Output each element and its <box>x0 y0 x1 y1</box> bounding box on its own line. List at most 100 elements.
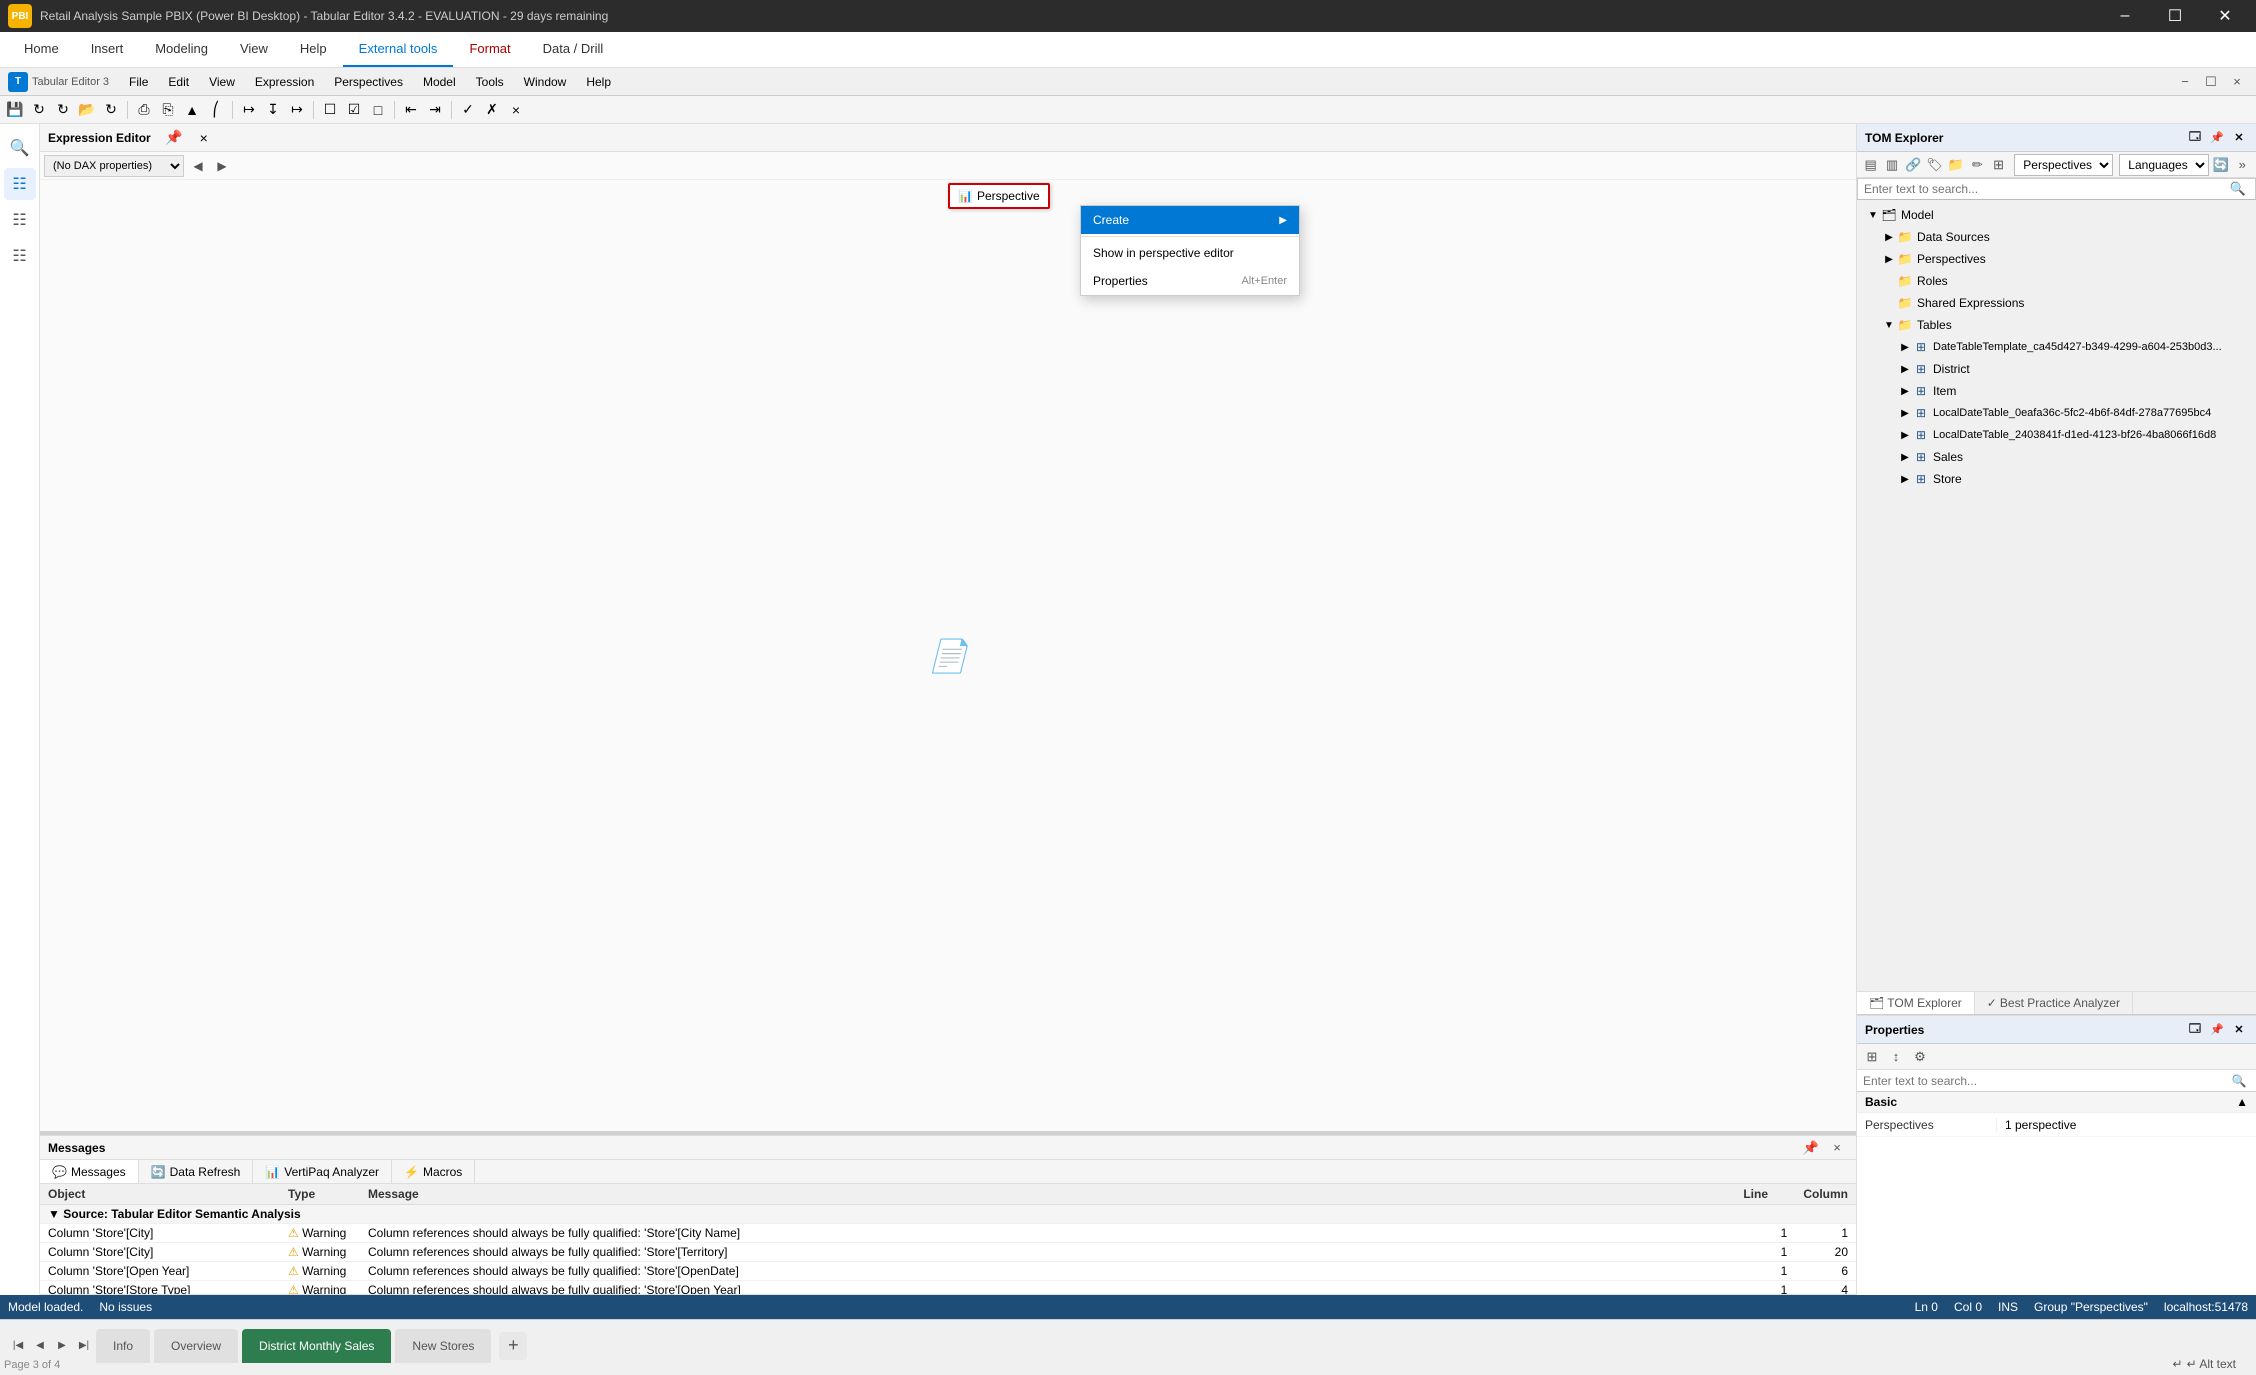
tree-item-tables[interactable]: ▼ 📁 Tables <box>1857 314 2256 336</box>
perspectives-dropdown[interactable]: Perspectives <box>2014 154 2113 176</box>
close-button[interactable]: ✕ <box>2202 0 2248 32</box>
toolbar-btn-7[interactable]: ⎘ <box>157 99 179 121</box>
menu-model[interactable]: Model <box>415 73 464 91</box>
context-menu-properties[interactable]: Properties Alt+Enter <box>1081 267 1299 295</box>
tree-toggle-roles[interactable] <box>1881 273 1897 289</box>
tab-overview[interactable]: Overview <box>154 1329 238 1363</box>
tom-btn-columns[interactable]: ⊞ <box>1989 154 2008 176</box>
toolbar-btn-6[interactable]: ⎙ <box>133 99 155 121</box>
page-nav-prev[interactable]: ◀ <box>30 1332 50 1360</box>
tom-explorer-close-btn[interactable]: ✕ <box>2230 129 2248 147</box>
toolbar-btn-14[interactable]: ☑ <box>343 99 365 121</box>
messages-header-btns[interactable]: 📌 × <box>1800 1137 1848 1159</box>
toolbar-btn-11[interactable]: ↧ <box>262 99 284 121</box>
tom-btn-2[interactable]: ▥ <box>1882 154 1901 176</box>
window-controls[interactable]: – ☐ ✕ <box>2102 0 2248 32</box>
toolbar-btn-15[interactable]: □ <box>367 99 389 121</box>
props-dock-btn[interactable]: 🗔 <box>2186 1021 2204 1039</box>
tom-tab-bpa[interactable]: ✓ Best Practice Analyzer <box>1975 992 2133 1014</box>
tom-btn-3[interactable]: 🔗 <box>1904 154 1923 176</box>
tom-btn-6[interactable]: ✏ <box>1968 154 1987 176</box>
tree-toggle-perspectives[interactable]: ▶ <box>1881 251 1897 267</box>
props-btn-2[interactable]: ↕ <box>1885 1046 1907 1068</box>
props-search-input[interactable] <box>1863 1074 2224 1088</box>
te-window-controls[interactable]: − ☐ × <box>2174 71 2248 93</box>
toolbar-btn-check[interactable]: ✓ <box>457 99 479 121</box>
sidebar-icon-table[interactable]: ☷ <box>4 240 36 272</box>
tab-view[interactable]: View <box>224 32 284 67</box>
menu-edit[interactable]: Edit <box>160 73 197 91</box>
context-menu-create[interactable]: Create ▶ <box>1081 206 1299 234</box>
tree-toggle-sales[interactable]: ▶ <box>1897 449 1913 465</box>
tree-toggle-tables[interactable]: ▼ <box>1881 317 1897 333</box>
expr-pin-btn[interactable]: 📌 <box>163 127 185 149</box>
tree-item-sales[interactable]: ▶ ⊞ Sales <box>1857 446 2256 468</box>
tom-btn-refresh[interactable]: 🔄 <box>2211 154 2230 176</box>
messages-pin-btn[interactable]: 📌 <box>1800 1137 1822 1159</box>
tree-toggle-model[interactable]: ▼ <box>1865 207 1881 223</box>
tab-format[interactable]: Format <box>453 32 526 67</box>
tom-tab-explorer[interactable]: 🗂 TOM Explorer <box>1857 992 1975 1014</box>
add-page-button[interactable]: + <box>499 1332 527 1360</box>
menu-tools[interactable]: Tools <box>468 73 512 91</box>
toolbar-btn-8[interactable]: ▲ <box>181 99 203 121</box>
tab-district-monthly-sales[interactable]: District Monthly Sales <box>242 1329 391 1363</box>
menu-perspectives[interactable]: Perspectives <box>326 73 411 91</box>
props-btn-1[interactable]: ⊞ <box>1861 1046 1883 1068</box>
toolbar-btn-x[interactable]: ✗ <box>481 99 503 121</box>
sidebar-icon-grid[interactable]: ☷ <box>4 168 36 200</box>
te-close-btn[interactable]: × <box>2226 71 2248 93</box>
tom-explorer-dock-btn[interactable]: 🗔 <box>2186 129 2204 147</box>
props-collapse-icon[interactable]: ▲ <box>2236 1095 2248 1109</box>
tree-toggle-ldt1[interactable]: ▶ <box>1897 405 1913 421</box>
tab-messages[interactable]: 💬 Messages <box>40 1160 139 1183</box>
toolbar-btn-align[interactable]: ⇤ <box>400 99 422 121</box>
messages-close-btn[interactable]: × <box>1826 1137 1848 1159</box>
menu-expression[interactable]: Expression <box>247 73 322 91</box>
tom-search-icon[interactable]: 🔍 <box>2227 178 2249 200</box>
toolbar-btn-close[interactable]: × <box>505 99 527 121</box>
page-nav-first[interactable]: |◀ <box>8 1332 28 1360</box>
props-controls[interactable]: 🗔 📌 ✕ <box>2186 1021 2248 1039</box>
tree-toggle-datasources[interactable]: ▶ <box>1881 229 1897 245</box>
languages-dropdown[interactable]: Languages <box>2119 154 2209 176</box>
tree-toggle-district[interactable]: ▶ <box>1897 361 1913 377</box>
tab-help[interactable]: Help <box>284 32 343 67</box>
tom-explorer-pin-btn[interactable]: 📌 <box>2208 129 2226 147</box>
tree-toggle-dtt[interactable]: ▶ <box>1897 339 1913 355</box>
tree-item-shared-expressions[interactable]: 📁 Shared Expressions <box>1857 292 2256 314</box>
toolbar-btn-1[interactable]: 💾 <box>4 99 26 121</box>
tree-item-model[interactable]: ▼ 🗂 Model <box>1857 204 2256 226</box>
tom-btn-expand[interactable]: » <box>2233 154 2252 176</box>
tree-item-store[interactable]: ▶ ⊞ Store <box>1857 468 2256 490</box>
expr-close-btn[interactable]: × <box>193 127 215 149</box>
perspective-context-trigger[interactable]: 📊 Perspective <box>948 183 1050 209</box>
expr-nav-prev[interactable]: ◀ <box>188 156 208 176</box>
toolbar-btn-9[interactable]: ⎛ <box>205 99 227 121</box>
toolbar-btn-5[interactable]: ↻ <box>100 99 122 121</box>
te-restore-btn[interactable]: ☐ <box>2200 71 2222 93</box>
menu-view[interactable]: View <box>201 73 243 91</box>
toolbar-btn-align2[interactable]: ⇥ <box>424 99 446 121</box>
page-nav-last[interactable]: ▶| <box>74 1332 94 1360</box>
tab-new-stores[interactable]: New Stores <box>395 1329 491 1363</box>
tab-data-refresh[interactable]: 🔄 Data Refresh <box>139 1160 254 1183</box>
sidebar-icon-search[interactable]: 🔍 <box>4 132 36 164</box>
tree-toggle-store[interactable]: ▶ <box>1897 471 1913 487</box>
toolbar-btn-2[interactable]: ↻ <box>28 99 50 121</box>
page-nav-next[interactable]: ▶ <box>52 1332 72 1360</box>
tab-external-tools[interactable]: External tools <box>343 32 454 67</box>
tree-item-datetabletemplate[interactable]: ▶ ⊞ DateTableTemplate_ca45d427-b349-4299… <box>1857 336 2256 358</box>
toolbar-btn-12[interactable]: ↦ <box>286 99 308 121</box>
tree-item-datasources[interactable]: ▶ 📁 Data Sources <box>1857 226 2256 248</box>
tree-item-roles[interactable]: 📁 Roles <box>1857 270 2256 292</box>
tree-toggle-ldt2[interactable]: ▶ <box>1897 427 1913 443</box>
tab-insert[interactable]: Insert <box>75 32 140 67</box>
tree-item-item[interactable]: ▶ ⊞ Item <box>1857 380 2256 402</box>
tom-btn-5[interactable]: 📁 <box>1946 154 1965 176</box>
sidebar-icon-chart[interactable]: ☷ <box>4 204 36 236</box>
props-pin-btn[interactable]: 📌 <box>2208 1021 2226 1039</box>
tab-data-drill[interactable]: Data / Drill <box>527 32 620 67</box>
tree-item-perspectives[interactable]: ▶ 📁 Perspectives <box>1857 248 2256 270</box>
tab-macros[interactable]: ⚡ Macros <box>392 1160 475 1183</box>
